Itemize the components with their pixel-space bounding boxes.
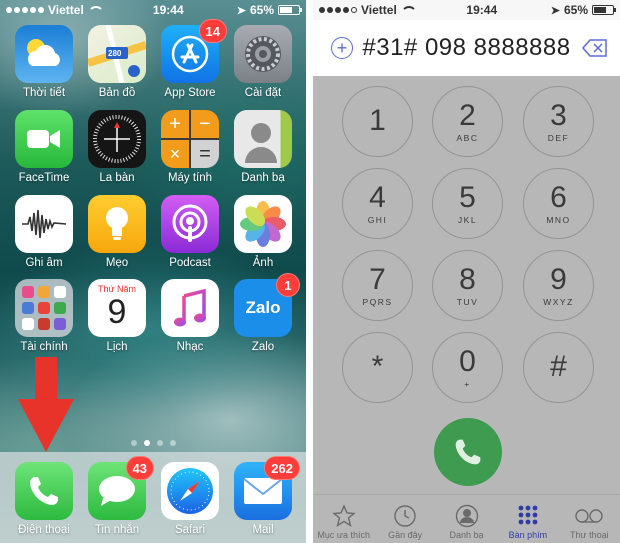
status-bar: Viettel 19:44 ➤ 65% [0, 0, 306, 20]
signal-icon [319, 7, 357, 13]
add-contact-button[interactable]: + [331, 37, 353, 59]
key-8[interactable]: 8 TUV [432, 250, 503, 321]
clock-icon [394, 505, 416, 527]
weather-icon [15, 25, 73, 83]
key-3[interactable]: 3 DEF [523, 86, 594, 157]
mail-icon: 262 [234, 456, 300, 520]
wifi-icon [400, 5, 417, 15]
app-tips[interactable]: Mẹo [81, 195, 153, 269]
key-2[interactable]: 2 ABC [432, 86, 503, 157]
keypad-icon [518, 505, 538, 525]
app-maps[interactable]: 280 Bản đồ [81, 25, 153, 99]
photos-icon [234, 195, 292, 253]
key-9[interactable]: 9 WXYZ [523, 250, 594, 321]
wifi-icon [87, 5, 104, 15]
tab-contacts[interactable]: Danh bạ [436, 495, 497, 543]
messages-badge: 43 [125, 456, 154, 480]
app-podcast[interactable]: Podcast [154, 195, 226, 269]
number-display: + #31# 098 8888888 [313, 20, 620, 76]
maps-icon: 280 [88, 25, 146, 83]
app-settings[interactable]: Cài đặt [227, 25, 299, 99]
key-5[interactable]: 5 JKL [432, 168, 503, 239]
key-4[interactable]: 4 GHI [342, 168, 413, 239]
voice-memo-icon [15, 195, 73, 253]
carrier-name: Viettel [361, 3, 397, 17]
call-button[interactable] [434, 418, 502, 486]
app-calculator[interactable]: + − × = Máy tính [154, 110, 226, 184]
dialed-number: #31# 098 8888888 [362, 34, 571, 61]
zalo-icon: Zalo 1 [234, 273, 300, 337]
star-icon [331, 504, 356, 528]
music-icon [161, 279, 219, 337]
signal-icon [6, 7, 44, 13]
tab-recents[interactable]: Gần đây [374, 495, 435, 543]
app-compass[interactable]: La bàn [81, 110, 153, 184]
app-zalo[interactable]: Zalo 1 Zalo [227, 273, 300, 353]
status-time: 19:44 [152, 3, 184, 17]
battery-icon [592, 5, 616, 15]
battery-percent: 65% [563, 3, 588, 17]
key-7[interactable]: 7 PQRS [342, 250, 413, 321]
appstore-icon: 14 [161, 19, 227, 83]
phone-icon [455, 439, 481, 465]
tab-voicemail[interactable]: Thư thoại [559, 495, 620, 543]
voicemail-icon [575, 509, 604, 523]
battery-percent: 65% [249, 3, 274, 17]
key-0[interactable]: 0 + [432, 332, 503, 403]
mail-badge: 262 [264, 456, 300, 480]
app-music[interactable]: Nhạc [154, 279, 226, 353]
calendar-icon: Thứ Năm 9 [88, 279, 146, 337]
settings-icon [234, 25, 292, 83]
contacts-icon [234, 110, 292, 168]
folder-finance[interactable]: Tài chính [8, 279, 80, 353]
key-1[interactable]: 1 [342, 86, 413, 157]
tips-icon [88, 195, 146, 253]
dialer-screen: Viettel 19:44 ➤ 65% + #31# 098 8888888 1… [313, 0, 620, 543]
location-icon: ➤ [236, 4, 246, 17]
annotation-arrow-icon [18, 357, 74, 452]
home-screen: Viettel 19:44 ➤ 65% Thời tiết 280 Bản đồ… [0, 0, 306, 543]
app-photos[interactable]: Ảnh [227, 195, 299, 269]
phone-icon [15, 462, 73, 520]
status-time: 19:44 [466, 3, 498, 17]
app-weather[interactable]: Thời tiết [8, 25, 80, 99]
safari-icon [161, 462, 219, 520]
app-appstore[interactable]: 14 App Store [154, 19, 227, 99]
location-icon: ➤ [550, 4, 560, 17]
key-hash[interactable]: # [523, 332, 594, 403]
contact-icon [455, 504, 478, 528]
podcast-icon [161, 195, 219, 253]
dock-phone[interactable]: Điện thoại [8, 462, 80, 536]
dock-safari[interactable]: Safari [154, 462, 226, 536]
dock-mail[interactable]: 262 Mail [227, 456, 300, 536]
tab-favorites[interactable]: Mục ưa thích [313, 495, 374, 543]
compass-icon [88, 110, 146, 168]
key-6[interactable]: 6 MNO [523, 168, 594, 239]
messages-icon: 43 [88, 456, 154, 520]
key-star[interactable]: * [342, 332, 413, 403]
app-facetime[interactable]: FaceTime [8, 110, 80, 184]
finance-folder-icon [15, 279, 73, 337]
facetime-icon [15, 110, 73, 168]
zalo-badge: 1 [276, 273, 300, 297]
status-bar: Viettel 19:44 ➤ 65% [313, 0, 620, 20]
carrier-name: Viettel [48, 3, 84, 17]
dock-messages[interactable]: 43 Tin nhắn [81, 456, 154, 536]
app-voice-memo[interactable]: Ghi âm [8, 195, 80, 269]
app-calendar[interactable]: Thứ Năm 9 Lịch [81, 279, 153, 353]
appstore-badge: 14 [198, 19, 227, 43]
tab-bar: Mục ưa thích Gần đây Danh bạ Bàn phím Th… [313, 494, 620, 543]
app-contacts[interactable]: Danh bạ [227, 110, 299, 184]
tab-keypad[interactable]: Bàn phím [497, 495, 558, 543]
delete-icon[interactable] [582, 39, 608, 57]
calculator-icon: + − × = [161, 110, 219, 168]
battery-icon [278, 5, 302, 15]
